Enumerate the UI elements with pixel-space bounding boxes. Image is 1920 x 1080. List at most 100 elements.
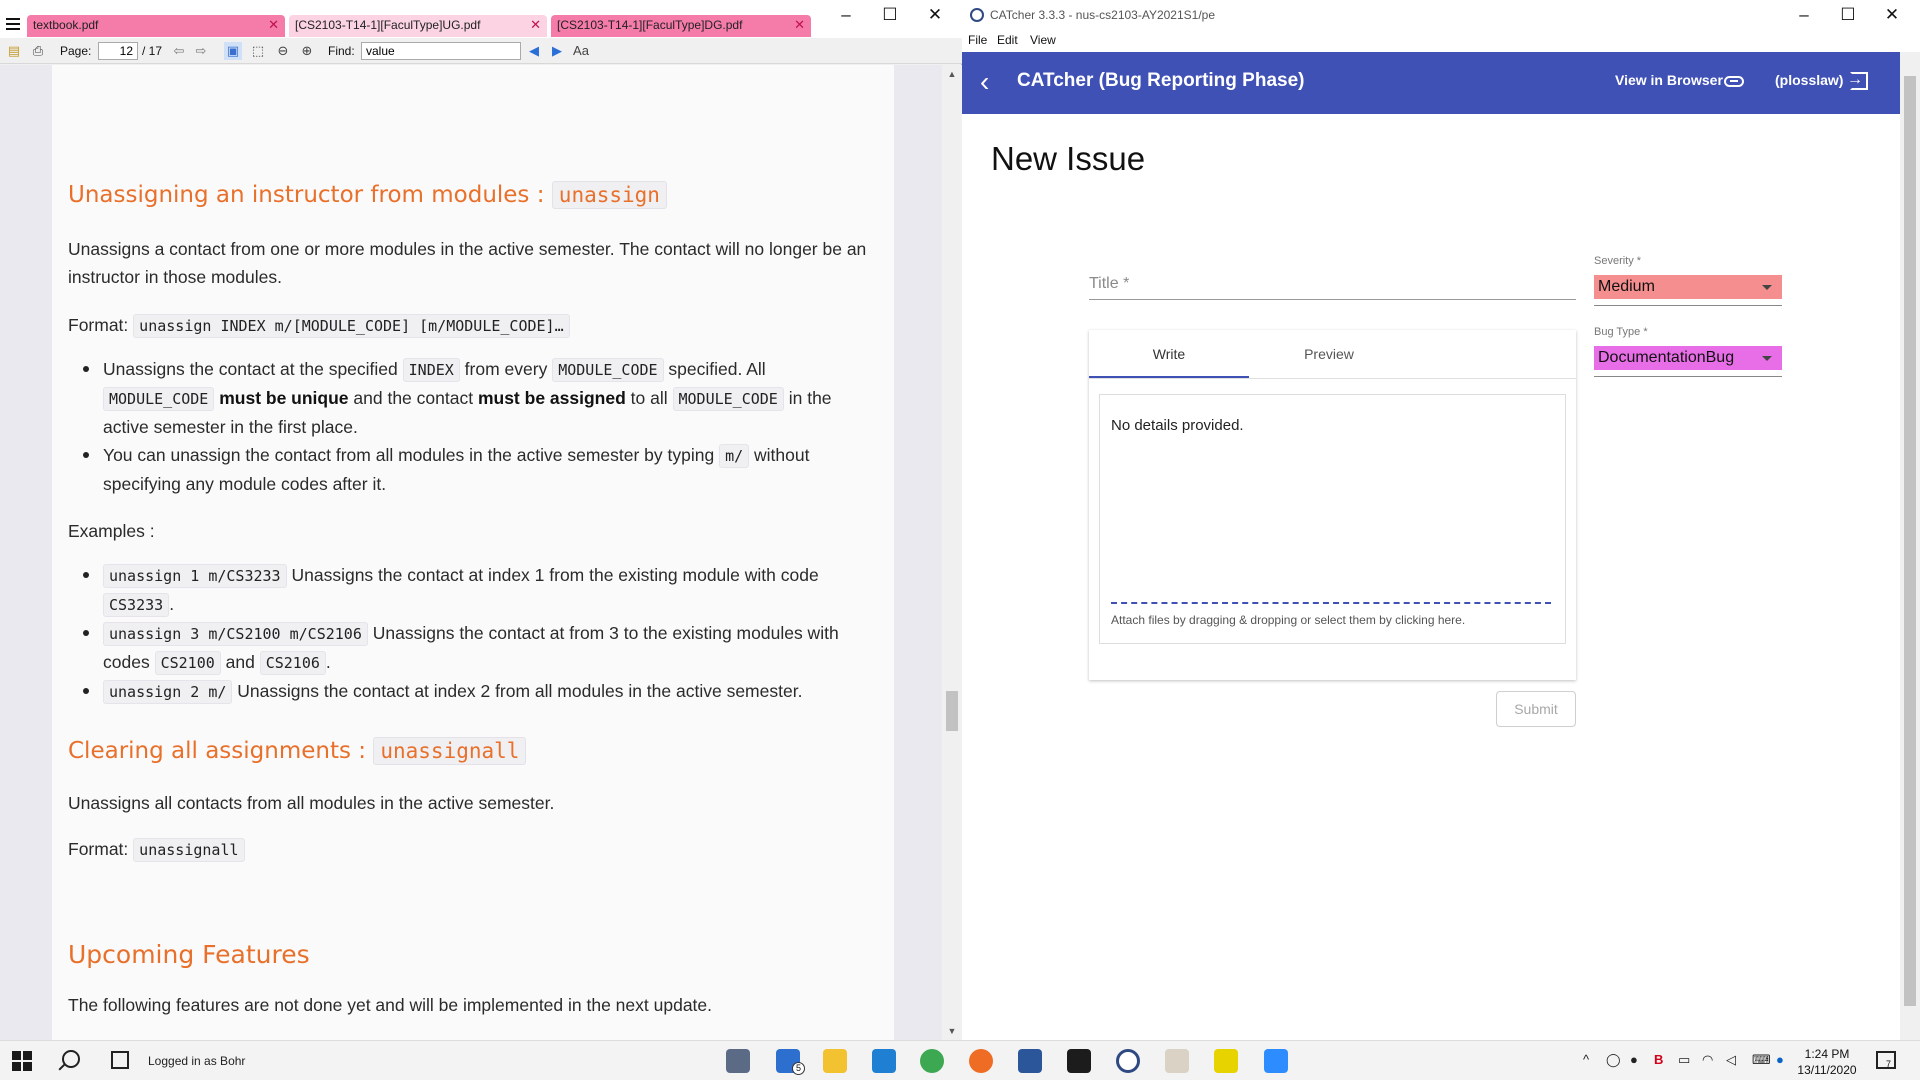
cloud-icon[interactable]: ● bbox=[1630, 1052, 1638, 1067]
minimize-button[interactable]: – bbox=[1784, 4, 1824, 28]
previous-page-icon[interactable]: ⇦ bbox=[170, 42, 188, 60]
chrome-icon[interactable] bbox=[920, 1049, 944, 1073]
pdf-reader-icon[interactable] bbox=[1214, 1049, 1238, 1073]
back-arrow-icon[interactable]: ‹ bbox=[980, 68, 989, 96]
firefox-icon[interactable] bbox=[969, 1049, 993, 1073]
close-icon[interactable]: ✕ bbox=[530, 18, 541, 32]
menu-edit[interactable]: Edit bbox=[997, 33, 1018, 47]
severity-label: Severity * bbox=[1594, 255, 1642, 267]
bug-type-label: Bug Type * bbox=[1594, 326, 1648, 338]
terminal-icon[interactable] bbox=[1067, 1049, 1091, 1073]
zoom-icon[interactable] bbox=[1264, 1049, 1288, 1073]
wifi-icon[interactable]: ◠ bbox=[1702, 1052, 1713, 1068]
bullet-text: Unassigns the contact at index 1 from th… bbox=[291, 565, 819, 585]
submit-button[interactable]: Submit bbox=[1496, 691, 1576, 727]
mail-badge: 5 bbox=[792, 1062, 805, 1075]
fit-page-icon[interactable]: ▣ bbox=[224, 42, 242, 60]
heading-code: unassignall bbox=[373, 737, 527, 765]
title-input[interactable] bbox=[1089, 270, 1576, 298]
chevron-down-icon bbox=[1762, 356, 1772, 361]
page-label: Page: bbox=[60, 44, 92, 58]
view-in-browser-link[interactable]: View in Browser bbox=[1615, 72, 1723, 88]
link-icon[interactable] bbox=[1724, 76, 1744, 87]
minimize-button[interactable]: – bbox=[826, 4, 866, 28]
logout-icon[interactable] bbox=[1847, 71, 1868, 90]
file-dropzone[interactable]: Attach files by dragging & dropping or s… bbox=[1111, 613, 1465, 627]
scroll-thumb[interactable] bbox=[946, 691, 958, 731]
close-icon[interactable]: ✕ bbox=[794, 18, 805, 32]
page-number-input[interactable] bbox=[98, 42, 138, 60]
b-app-icon[interactable]: B bbox=[1654, 1052, 1663, 1067]
find-previous-icon[interactable]: ◀ bbox=[525, 42, 543, 60]
description-text: No details provided. bbox=[1111, 417, 1244, 434]
print-icon[interactable]: ⎙ bbox=[29, 42, 47, 60]
find-input[interactable] bbox=[361, 42, 521, 60]
scroll-up-icon[interactable]: ▲ bbox=[942, 65, 962, 83]
severity-value: Medium bbox=[1598, 278, 1655, 295]
speaker-icon[interactable]: ◁ bbox=[1726, 1052, 1736, 1068]
clock[interactable]: 1:24 PM 13/11/2020 bbox=[1792, 1046, 1862, 1078]
chevron-up-icon[interactable]: ^ bbox=[1583, 1052, 1589, 1067]
tab-ug[interactable]: [CS2103-T14-1][FaculType]UG.pdf ✕ bbox=[289, 15, 547, 37]
chevron-down-icon bbox=[1762, 285, 1772, 290]
keyboard-icon[interactable]: ⌨ bbox=[1752, 1052, 1771, 1068]
word-icon[interactable] bbox=[1018, 1049, 1042, 1073]
zoom-out-icon[interactable]: ⊖ bbox=[274, 42, 292, 60]
bullet-text: . bbox=[325, 652, 331, 672]
open-file-icon[interactable]: ▤ bbox=[5, 42, 23, 60]
bug-type-select[interactable]: DocumentationBug bbox=[1594, 346, 1782, 370]
vscode-icon[interactable] bbox=[872, 1049, 896, 1073]
bullet-text: You can unassign the contact from all mo… bbox=[103, 445, 715, 465]
search-icon[interactable] bbox=[62, 1050, 80, 1068]
notification-icon[interactable]: 7 bbox=[1876, 1051, 1896, 1069]
scroll-thumb[interactable] bbox=[1904, 76, 1916, 1006]
close-window-button[interactable]: ✕ bbox=[915, 4, 955, 28]
catcher-window: CATcher 3.3.3 - nus-cs2103-AY2021S1/pe –… bbox=[962, 0, 1920, 1040]
close-icon[interactable]: ✕ bbox=[268, 18, 279, 32]
upcoming-intro: The following features are not done yet … bbox=[68, 995, 713, 1015]
catcher-scrollbar[interactable] bbox=[1900, 52, 1920, 1040]
severity-select[interactable]: Medium bbox=[1594, 275, 1782, 299]
match-case-icon[interactable]: Aa bbox=[572, 42, 590, 60]
menu-bar: File Edit View bbox=[962, 30, 1920, 52]
section-heading-unassign: Unassigning an instructor from modules :… bbox=[68, 181, 667, 209]
hamburger-menu-icon[interactable] bbox=[6, 18, 20, 30]
calculator-icon[interactable] bbox=[726, 1049, 750, 1073]
scroll-down-icon[interactable]: ▼ bbox=[942, 1022, 962, 1040]
find-next-icon[interactable]: ▶ bbox=[548, 42, 566, 60]
tab-write[interactable]: Write bbox=[1089, 330, 1249, 378]
fit-width-icon[interactable]: ⬚ bbox=[249, 42, 267, 60]
list-item: You can unassign the contact from all mo… bbox=[68, 441, 878, 498]
tab-preview[interactable]: Preview bbox=[1249, 330, 1409, 378]
water-drop-icon[interactable]: ◯ bbox=[1606, 1052, 1621, 1068]
description-textarea[interactable]: No details provided. Attach files by dra… bbox=[1099, 394, 1566, 644]
catcher-titlebar: CATcher 3.3.3 - nus-cs2103-AY2021S1/pe –… bbox=[962, 0, 1920, 30]
inline-code: CS2100 bbox=[154, 651, 221, 675]
mail-icon[interactable]: 5 bbox=[776, 1049, 805, 1075]
tab-textbook[interactable]: textbook.pdf ✕ bbox=[27, 15, 285, 37]
menu-file[interactable]: File bbox=[968, 33, 987, 47]
paint-icon[interactable] bbox=[1165, 1049, 1189, 1073]
battery-icon[interactable]: ▭ bbox=[1678, 1052, 1690, 1068]
catcher-app-icon[interactable] bbox=[1116, 1049, 1140, 1073]
zoom-in-icon[interactable]: ⊕ bbox=[298, 42, 316, 60]
maximize-button[interactable]: ☐ bbox=[1828, 4, 1868, 28]
onedrive-icon[interactable]: ● bbox=[1776, 1052, 1784, 1067]
bug-type-underline bbox=[1594, 376, 1782, 377]
task-view-icon[interactable] bbox=[111, 1051, 129, 1069]
next-page-icon[interactable]: ⇨ bbox=[192, 42, 210, 60]
file-explorer-icon[interactable] bbox=[823, 1049, 847, 1073]
unassign-intro: Unassigns a contact from one or more mod… bbox=[68, 239, 867, 287]
pdf-viewport[interactable]: Unassigning an instructor from modules :… bbox=[0, 65, 942, 1040]
bullet-text: specified. All bbox=[668, 359, 766, 379]
tab-dg[interactable]: [CS2103-T14-1][FaculType]DG.pdf ✕ bbox=[551, 15, 811, 37]
menu-view[interactable]: View bbox=[1030, 33, 1056, 47]
bug-type-value: DocumentationBug bbox=[1598, 349, 1735, 366]
notification-count: 7 bbox=[1886, 1059, 1892, 1069]
inline-code: CS3233 bbox=[103, 593, 170, 617]
maximize-button[interactable]: ☐ bbox=[870, 4, 910, 28]
title-field[interactable] bbox=[1089, 270, 1576, 300]
windows-start-icon[interactable] bbox=[12, 1051, 32, 1071]
pdf-scrollbar[interactable]: ▲ ▼ bbox=[942, 65, 962, 1040]
close-window-button[interactable]: ✕ bbox=[1872, 4, 1912, 28]
